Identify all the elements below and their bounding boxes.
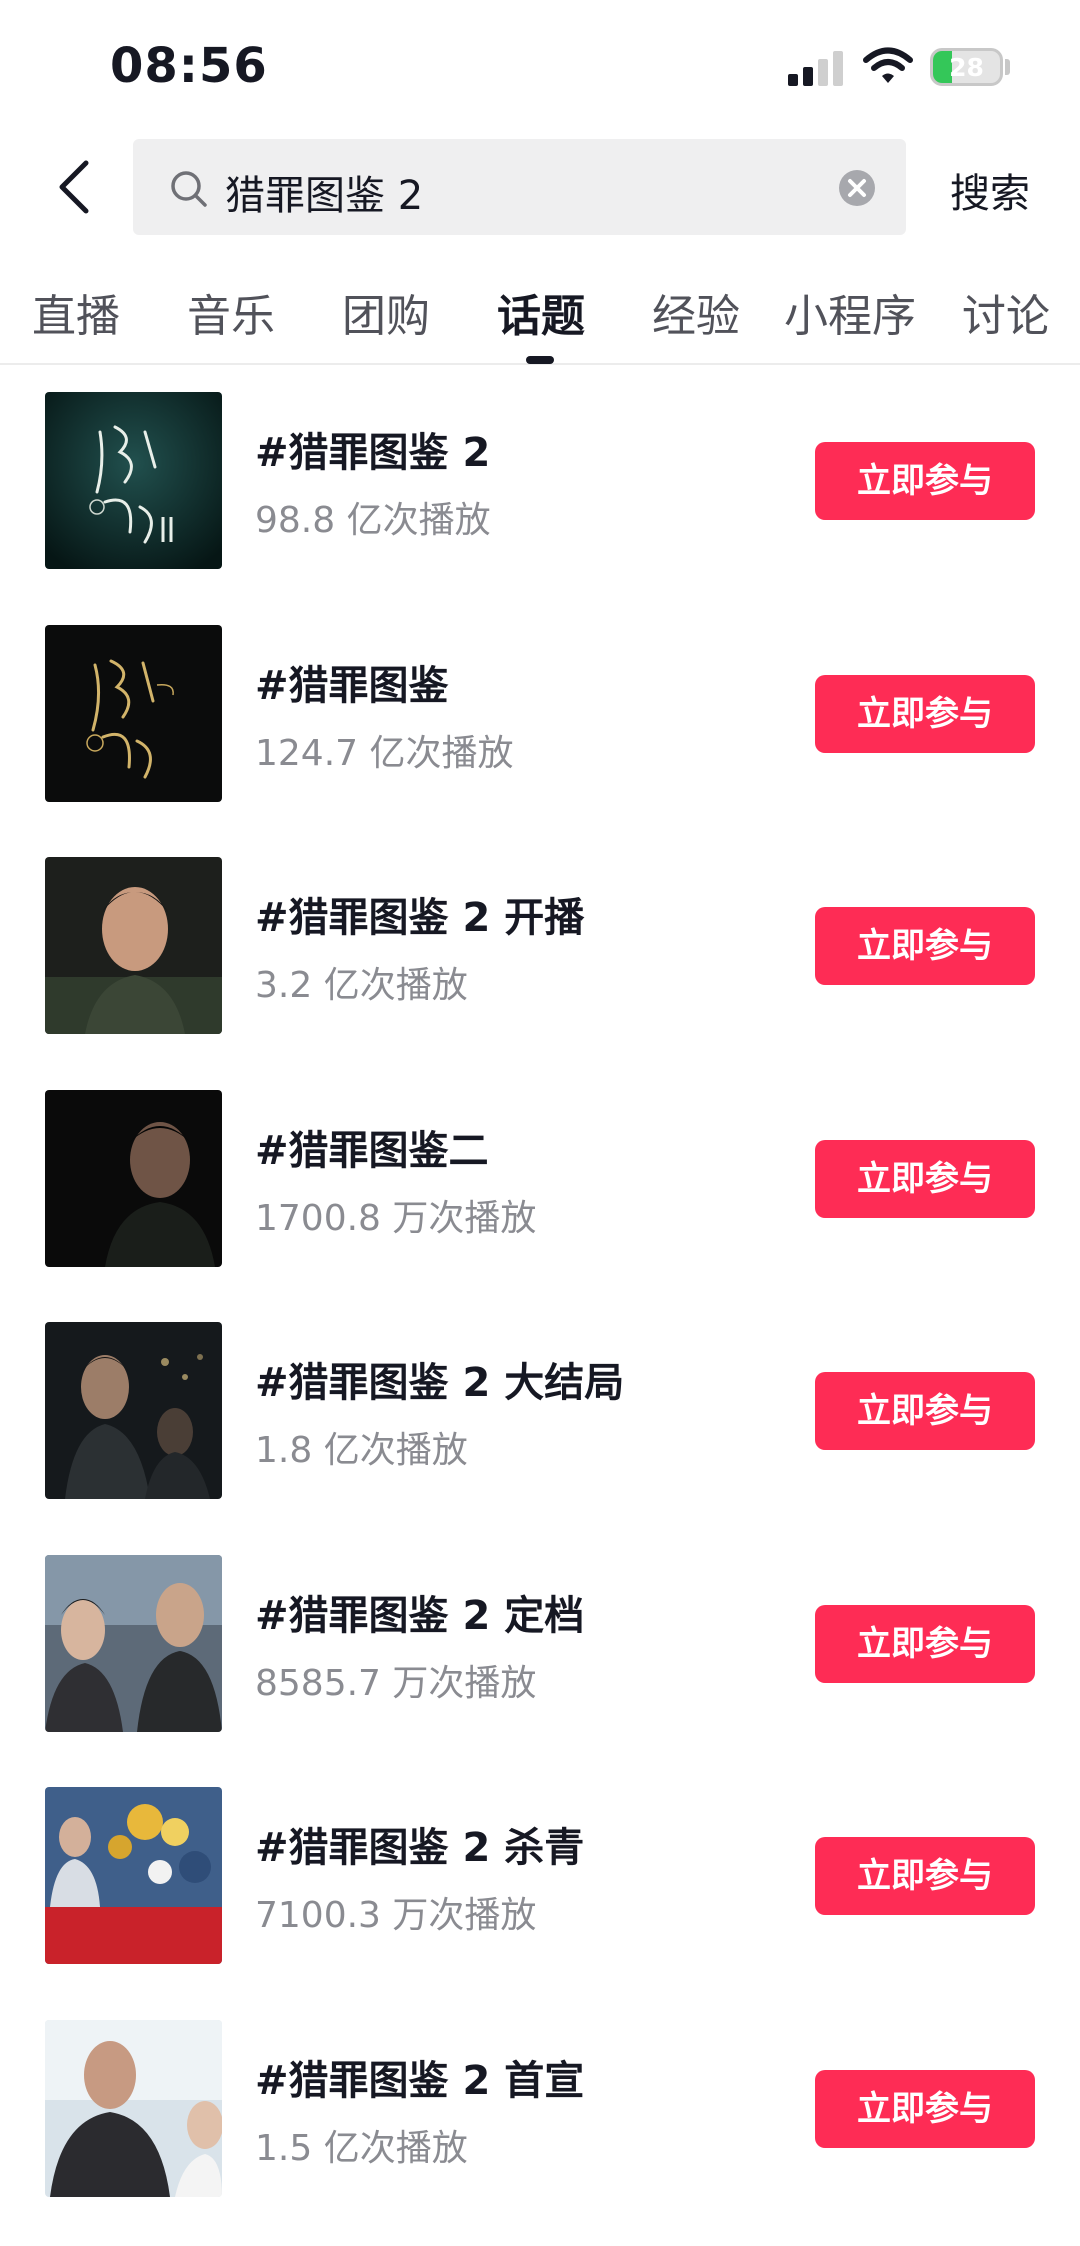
topic-thumbnail — [45, 624, 222, 802]
topic-play-count: 98.8 亿次播放 — [255, 500, 491, 541]
topic-title: #猎罪图鉴 2 大结局 — [255, 1360, 625, 1406]
tab-live[interactable]: 直播 — [32, 280, 120, 344]
topic-thumbnail — [45, 1089, 222, 1267]
video-still-image — [45, 857, 222, 1034]
topic-thumbnail — [45, 857, 222, 1034]
topic-play-count: 1700.8 万次播放 — [255, 1197, 537, 1239]
cellular-signal-icon — [788, 51, 843, 86]
topic-title: #猎罪图鉴 2 开播 — [255, 895, 585, 941]
join-topic-button[interactable]: 立即参与 — [815, 1372, 1035, 1450]
topic-row[interactable]: #猎罪图鉴二 1700.8 万次播放 立即参与 — [0, 1063, 1080, 1296]
topic-play-count: 1.8 亿次播放 — [255, 1430, 468, 1471]
search-input[interactable]: 猎罪图鉴 2 — [133, 139, 906, 235]
tab-discussion[interactable]: 讨论 — [962, 280, 1050, 344]
topic-play-count: 1.5 亿次播放 — [255, 2127, 468, 2169]
topic-play-count: 3.2 亿次播放 — [255, 965, 468, 1006]
topic-thumbnail — [45, 392, 222, 569]
topic-play-count: 8585.7 万次播放 — [255, 1662, 537, 1704]
tab-music[interactable]: 音乐 — [187, 280, 275, 344]
join-topic-button[interactable]: 立即参与 — [815, 1837, 1035, 1915]
topic-play-count: 124.7 亿次播放 — [255, 732, 514, 774]
search-header: 猎罪图鉴 2 搜索 — [0, 135, 1080, 240]
battery-icon: 28 — [930, 48, 1003, 86]
join-topic-button[interactable]: 立即参与 — [815, 2069, 1035, 2148]
tab-mini-programs[interactable]: 小程序 — [784, 280, 916, 344]
search-query-text: 猎罪图鉴 2 — [225, 173, 424, 219]
topic-row[interactable]: #猎罪图鉴 124.7 亿次播放 立即参与 — [0, 598, 1080, 831]
video-still-image — [45, 1089, 222, 1267]
video-still-image — [45, 2019, 222, 2197]
topic-thumbnail — [45, 1322, 222, 1499]
join-topic-button[interactable]: 立即参与 — [815, 442, 1035, 520]
wifi-icon — [863, 47, 913, 83]
topic-title: #猎罪图鉴 2 首宣 — [255, 2057, 585, 2104]
result-type-tabs: 直播 音乐 团购 话题 经验 小程序 讨论 — [0, 270, 1080, 365]
status-bar: 08:56 28 — [0, 0, 1080, 135]
topic-list: #猎罪图鉴 2 98.8 亿次播放 立即参与 #猎罪图鉴 124.7 亿次播放 … — [0, 365, 1080, 2225]
status-time: 08:56 — [110, 38, 268, 94]
topic-title: #猎罪图鉴 2 — [255, 430, 491, 476]
active-tab-indicator — [526, 356, 554, 364]
poster-image — [45, 624, 222, 802]
battery-percentage: 28 — [949, 53, 984, 82]
clear-search-icon[interactable] — [838, 169, 876, 207]
topic-play-count: 7100.3 万次播放 — [255, 1895, 537, 1936]
topic-thumbnail — [45, 2019, 222, 2197]
topic-title: #猎罪图鉴 2 杀青 — [255, 1825, 585, 1871]
topic-row[interactable]: #猎罪图鉴 2 98.8 亿次播放 立即参与 — [0, 365, 1080, 598]
topic-title: #猎罪图鉴 2 定档 — [255, 1592, 585, 1639]
video-still-image — [45, 1554, 222, 1732]
topic-row[interactable]: #猎罪图鉴 2 定档 8585.7 万次播放 立即参与 — [0, 1528, 1080, 1761]
search-icon — [171, 171, 207, 207]
search-button[interactable]: 搜索 — [950, 161, 1030, 219]
tab-topics[interactable]: 话题 — [497, 280, 585, 344]
battery-cap — [1005, 59, 1010, 75]
topic-title: #猎罪图鉴 — [255, 662, 449, 709]
topic-title: #猎罪图鉴二 — [255, 1127, 489, 1174]
event-photo-image — [45, 1787, 222, 1964]
video-still-image — [45, 1322, 222, 1499]
topic-row[interactable]: #猎罪图鉴 2 大结局 1.8 亿次播放 立即参与 — [0, 1295, 1080, 1528]
join-topic-button[interactable]: 立即参与 — [815, 907, 1035, 985]
join-topic-button[interactable]: 立即参与 — [815, 1139, 1035, 1218]
join-topic-button[interactable]: 立即参与 — [815, 1604, 1035, 1683]
topic-row[interactable]: #猎罪图鉴 2 杀青 7100.3 万次播放 立即参与 — [0, 1760, 1080, 1993]
back-arrow-icon[interactable] — [50, 157, 100, 217]
topic-thumbnail — [45, 1787, 222, 1964]
poster-image — [45, 392, 222, 569]
topic-thumbnail — [45, 1554, 222, 1732]
tab-experience[interactable]: 经验 — [652, 280, 740, 344]
topic-row[interactable]: #猎罪图鉴 2 开播 3.2 亿次播放 立即参与 — [0, 830, 1080, 1063]
tab-group-buy[interactable]: 团购 — [342, 280, 430, 344]
join-topic-button[interactable]: 立即参与 — [815, 674, 1035, 753]
topic-row[interactable]: #猎罪图鉴 2 首宣 1.5 亿次播放 立即参与 — [0, 1993, 1080, 2226]
